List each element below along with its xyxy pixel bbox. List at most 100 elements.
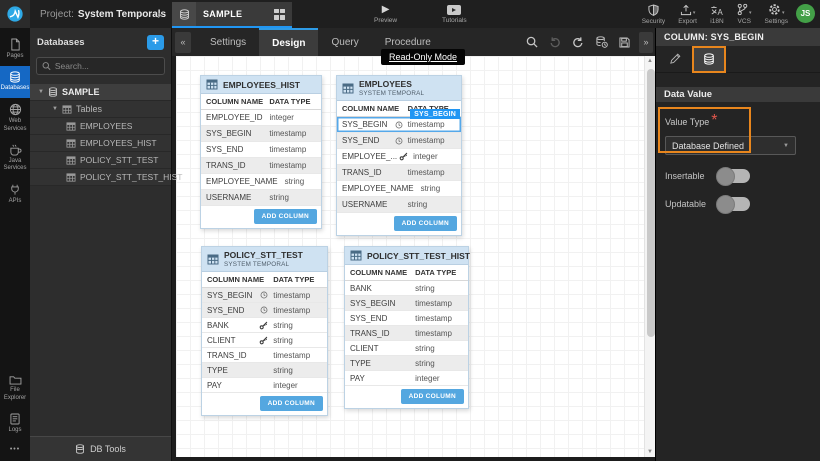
column-row[interactable]: EMPLOYEE_... integer (337, 149, 461, 165)
sidebar-item-pages[interactable]: Pages (0, 33, 30, 66)
column-row[interactable]: PAY integer (202, 378, 327, 393)
column-row[interactable]: USERNAME string (201, 190, 321, 206)
column-row[interactable]: TRANS_ID timestamp (201, 158, 321, 174)
column-row[interactable]: TYPE string (202, 363, 327, 378)
column-row[interactable]: TRANS_ID timestamp (345, 326, 468, 341)
add-column-button[interactable]: ADD COLUMN (254, 209, 317, 224)
entity-card-policy-stt-test-hist[interactable]: POLICY_STT_TEST_HIST COLUMN NAME DATA TY… (344, 246, 469, 409)
sidebar-label: APIs (8, 198, 23, 205)
column-row[interactable]: CLIENT string (345, 341, 468, 356)
entity-header[interactable]: EMPLOYEES SYSTEM TEMPORAL (337, 76, 461, 101)
column-row[interactable]: SYS_BEGIN timestamp (202, 288, 327, 303)
add-column-button[interactable]: ADD COLUMN (394, 216, 457, 231)
column-row[interactable]: CLIENT string (202, 333, 327, 348)
search-box[interactable] (36, 57, 165, 75)
preview-button[interactable]: ▶ Preview (374, 4, 397, 24)
vcs-label: VCS (738, 18, 751, 25)
add-database-button[interactable]: + (147, 35, 164, 50)
user-avatar[interactable]: JS (796, 4, 815, 23)
column-row[interactable]: USERNAME string (337, 197, 461, 213)
expand-right-panel-button[interactable]: » (639, 32, 653, 53)
column-type: timestamp (269, 129, 306, 138)
tree-table-item[interactable]: EMPLOYEES_HIST (30, 135, 171, 152)
entity-header[interactable]: POLICY_STT_TEST_HIST (345, 247, 468, 265)
column-row[interactable]: SYS_BEGIN timestamp (345, 296, 468, 311)
scroll-up-arrow[interactable]: ▲ (645, 58, 655, 64)
sidebar-item-file-explorer[interactable]: File Explorer (0, 370, 30, 407)
zoom-icon[interactable] (526, 36, 538, 48)
entity-card-policy-stt-test[interactable]: POLICY_STT_TEST SYSTEM TEMPORAL COLUMN N… (201, 246, 328, 416)
value-type-dropdown[interactable]: Database Defined ▼ (665, 136, 796, 155)
caret-down-icon[interactable]: ▼ (52, 106, 58, 112)
sidebar-item-logs[interactable]: Logs (0, 408, 30, 440)
updatable-label: Updatable (665, 199, 712, 209)
column-row[interactable]: TRANS_ID timestamp (337, 165, 461, 181)
tab-edit-column[interactable] (658, 46, 692, 73)
tab-design[interactable]: Design (259, 28, 318, 56)
sidebar-item-apis[interactable]: APIs (0, 178, 30, 211)
sidebar-label: File Explorer (0, 387, 30, 401)
entity-header[interactable]: POLICY_STT_TEST SYSTEM TEMPORAL (202, 247, 327, 272)
redo-icon[interactable] (572, 36, 584, 48)
column-row[interactable]: SYS_BEGIN timestamp SYS_BEGIN (337, 117, 461, 133)
tree-table-item[interactable]: POLICY_STT_TEST_HIST (30, 169, 171, 186)
undo-icon[interactable] (549, 36, 561, 48)
search-input[interactable] (55, 61, 159, 71)
security-button[interactable]: Security (642, 4, 665, 25)
artifact-tab-sample[interactable]: SAMPLE (172, 2, 292, 28)
column-row[interactable]: BANK string (202, 318, 327, 333)
database-scripts-icon[interactable] (595, 36, 608, 48)
i18n-button[interactable]: A i18N (710, 4, 724, 25)
tab-column-data[interactable] (692, 46, 726, 73)
caret-down-icon[interactable]: ▼ (38, 89, 44, 95)
tab-query[interactable]: Query (318, 28, 371, 56)
scrollbar-thumb[interactable] (647, 69, 655, 337)
database-icon (9, 71, 21, 83)
app-logo[interactable] (0, 0, 30, 28)
entity-card-employees-hist[interactable]: EMPLOYEES_HIST COLUMN NAME DATA TYPE EMP… (200, 75, 322, 229)
sidebar-item-web-services[interactable]: Web Services (0, 98, 30, 138)
column-row[interactable]: SYS_END timestamp (202, 303, 327, 318)
insertable-toggle[interactable] (717, 169, 750, 183)
breadcrumb: Project: System Temporals (40, 0, 166, 28)
tree-table-item[interactable]: EMPLOYEES (30, 118, 171, 135)
column-row[interactable]: SYS_END timestamp (345, 311, 468, 326)
svg-text:A: A (717, 8, 723, 16)
tree-database-sample[interactable]: ▼ SAMPLE (30, 84, 171, 101)
tutorials-button[interactable]: Tutorials (442, 4, 467, 24)
updatable-toggle[interactable] (717, 197, 750, 211)
sidebar-item-java-services[interactable]: Java Services (0, 139, 30, 178)
column-row[interactable]: SYS_BEGIN timestamp (201, 126, 321, 142)
more-icon[interactable]: ••• (0, 440, 30, 461)
tab-settings[interactable]: Settings (197, 28, 259, 56)
schema-canvas[interactable]: EMPLOYEES_HIST COLUMN NAME DATA TYPE EMP… (176, 56, 655, 457)
column-row[interactable]: BANK string (345, 281, 468, 296)
column-type: timestamp (408, 136, 445, 145)
column-row[interactable]: SYS_END timestamp (337, 133, 461, 149)
column-row[interactable]: EMPLOYEE_NAME string (337, 181, 461, 197)
entity-card-employees[interactable]: EMPLOYEES SYSTEM TEMPORAL COLUMN NAME DA… (336, 75, 462, 236)
db-tools-button[interactable]: DB Tools (30, 436, 171, 461)
export-button[interactable]: ▾ Export (678, 4, 697, 25)
collapse-left-panel-button[interactable]: « (175, 32, 191, 53)
settings-button[interactable]: ▾ Settings (765, 4, 789, 25)
column-row[interactable]: EMPLOYEE_NAME string (201, 174, 321, 190)
column-name: TYPE (345, 359, 415, 368)
add-column-button[interactable]: ADD COLUMN (401, 389, 464, 404)
column-type: string (285, 177, 305, 186)
tree-table-item[interactable]: POLICY_STT_TEST (30, 152, 171, 169)
scroll-down-arrow[interactable]: ▼ (645, 449, 655, 455)
save-icon[interactable] (619, 37, 630, 48)
column-row[interactable]: PAY integer (345, 371, 468, 386)
add-column-button[interactable]: ADD COLUMN (260, 396, 323, 411)
vertical-scrollbar[interactable]: ▲ ▼ (644, 56, 655, 457)
column-row[interactable]: SYS_END timestamp (201, 142, 321, 158)
vcs-button[interactable]: ▾ VCS (737, 4, 752, 25)
entity-header[interactable]: EMPLOYEES_HIST (201, 76, 321, 94)
grid-view-icon[interactable] (274, 9, 285, 20)
column-row[interactable]: TYPE string (345, 356, 468, 371)
column-row[interactable]: TRANS_ID timestamp (202, 348, 327, 363)
tree-group-tables[interactable]: ▼ Tables (30, 101, 171, 118)
column-row[interactable]: EMPLOYEE_ID integer (201, 110, 321, 126)
sidebar-item-databases[interactable]: Databases (0, 66, 30, 98)
